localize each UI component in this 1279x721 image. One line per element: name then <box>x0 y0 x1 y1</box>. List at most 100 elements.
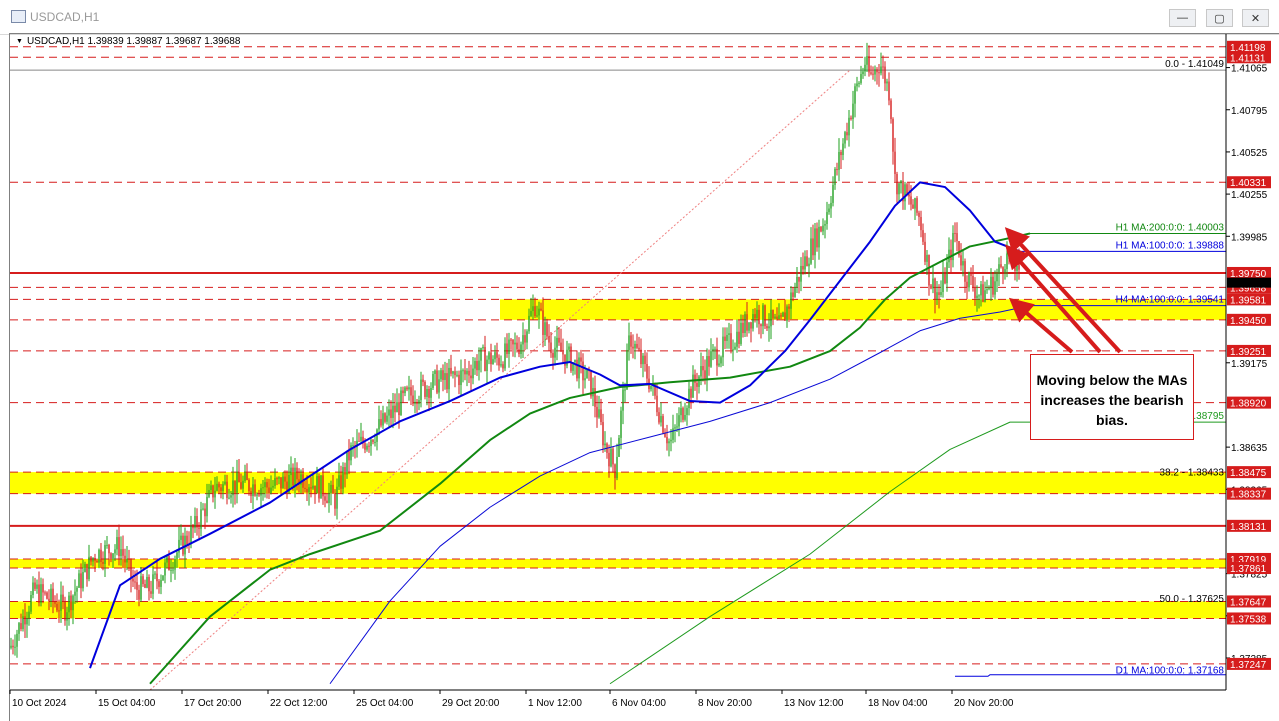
candle-body <box>884 66 886 84</box>
candle-body <box>882 66 884 68</box>
candle-body <box>262 487 264 489</box>
candle <box>460 359 462 396</box>
candle-body <box>132 578 134 582</box>
candle-body <box>84 564 86 572</box>
candle <box>380 410 382 428</box>
candle <box>556 325 558 361</box>
candle <box>92 557 94 567</box>
candle <box>86 563 88 587</box>
candle-body <box>222 484 224 491</box>
candle-body <box>850 117 852 120</box>
candle-body <box>470 375 472 379</box>
candle-body <box>540 308 542 311</box>
candle <box>760 323 762 339</box>
candle-body <box>12 645 14 648</box>
candle <box>20 613 22 632</box>
price-tag-label: 1.39581 <box>1230 295 1267 306</box>
candle-body <box>100 549 102 563</box>
candle <box>392 392 394 429</box>
candle <box>656 383 658 417</box>
candle-body <box>830 202 832 209</box>
candle <box>542 297 544 348</box>
candle-body <box>392 405 394 418</box>
candle-body <box>852 103 854 120</box>
candle-body <box>634 343 636 349</box>
candle-body <box>632 346 634 349</box>
candle-body <box>312 485 314 489</box>
candle <box>540 302 542 312</box>
candle-body <box>20 623 22 630</box>
candle-body <box>490 352 492 365</box>
candle-body <box>826 212 828 225</box>
candle <box>272 480 274 491</box>
time-tick-label: 22 Oct 12:00 <box>270 698 328 709</box>
candle <box>716 337 718 376</box>
callout-arrow-1 <box>1004 227 1122 354</box>
candle-body <box>844 132 846 144</box>
candle <box>282 472 284 489</box>
candle-body <box>520 344 522 355</box>
candle <box>410 379 412 406</box>
candle <box>746 301 748 337</box>
candle-body <box>514 342 516 345</box>
candle-body <box>248 480 250 492</box>
candle <box>516 335 518 353</box>
candle <box>926 250 928 275</box>
candle <box>964 258 966 293</box>
candle <box>800 257 802 292</box>
candle <box>720 355 722 368</box>
candle-body <box>494 352 496 360</box>
time-tick-label: 17 Oct 20:00 <box>184 698 242 709</box>
candle <box>846 122 848 141</box>
candle <box>954 222 956 243</box>
candle-body <box>198 527 200 529</box>
candle <box>72 594 74 625</box>
candle <box>62 585 64 610</box>
candle-body <box>242 480 244 489</box>
time-tick-label: 25 Oct 04:00 <box>356 698 414 709</box>
candle <box>126 545 128 571</box>
candle <box>164 556 166 584</box>
candle-body <box>398 402 400 416</box>
dropdown-triangle-icon[interactable]: ▼ <box>16 38 23 45</box>
candle-body <box>402 390 404 394</box>
candle <box>470 364 472 392</box>
candle <box>880 52 882 76</box>
candle-body <box>372 439 374 442</box>
candle <box>512 339 514 357</box>
candle <box>242 475 244 493</box>
candle-body <box>828 208 830 213</box>
candle <box>246 463 248 481</box>
candle-body <box>800 265 802 282</box>
candle-body <box>862 71 864 75</box>
candle-body <box>282 476 284 489</box>
candle <box>864 56 866 77</box>
candle <box>560 328 562 352</box>
candle <box>970 267 972 285</box>
candle-body <box>544 322 546 335</box>
candle <box>992 272 994 298</box>
candle <box>1014 259 1016 281</box>
candle <box>320 475 322 499</box>
candle <box>408 375 410 401</box>
time-tick-label: 13 Nov 12:00 <box>784 698 844 709</box>
candle-body <box>74 591 76 596</box>
candle-body <box>578 357 580 379</box>
candle-body <box>760 324 762 327</box>
candle <box>888 72 890 106</box>
candle <box>386 406 388 425</box>
candle-body <box>576 359 578 379</box>
candle <box>924 232 926 266</box>
candle <box>930 284 932 290</box>
candle-body <box>36 584 38 589</box>
candle-body <box>406 387 408 390</box>
candle-body <box>396 402 398 413</box>
candle-body <box>224 481 226 485</box>
candle-body <box>118 537 120 557</box>
candle <box>188 531 190 554</box>
candle-body <box>542 310 544 335</box>
candle-body <box>878 72 880 74</box>
candle <box>182 532 184 557</box>
candle <box>790 286 792 320</box>
candle-body <box>766 326 768 329</box>
